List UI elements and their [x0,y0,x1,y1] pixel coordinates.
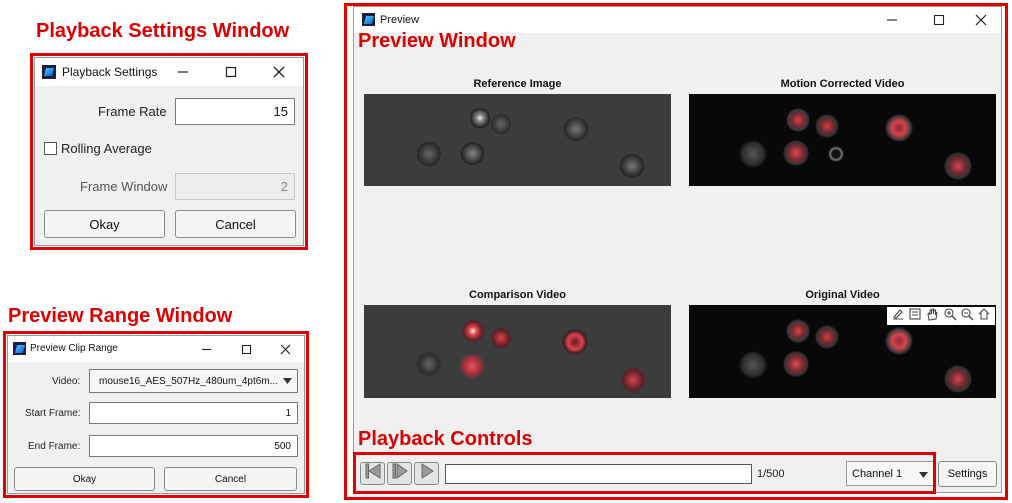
plot-toolbar [887,307,995,325]
zoom-out-icon[interactable] [960,307,974,326]
maximize-icon[interactable] [929,10,949,30]
annotation-preview-range: Preview Range Window [8,305,233,327]
playback-settings-window: Playback Settings Frame Rate 15 Rolling … [34,57,304,246]
motion-corrected-plot [689,94,996,186]
cell-blob [815,325,839,349]
cell-blob [739,140,767,168]
video-label: Video: [52,376,81,387]
app-logo-icon [362,13,375,26]
cell-blob [944,365,972,393]
plot-title-comparison: Comparison Video [469,289,566,301]
app-logo-icon [42,65,56,79]
reference-image-plot [364,94,671,186]
window-title: Preview [380,14,420,26]
close-icon[interactable] [269,62,289,82]
data-tip-icon[interactable] [908,307,922,326]
app-logo-icon [13,342,26,355]
cell-blob [828,146,844,162]
minimize-icon[interactable] [196,339,216,359]
settings-button[interactable]: Settings [938,461,997,487]
frame-window-label: Frame Window [80,179,168,194]
cell-blob [459,353,485,379]
frame-rate-input[interactable]: 15 [175,98,295,125]
okay-button[interactable]: Okay [14,467,155,491]
maximize-icon[interactable] [236,339,256,359]
preview-window: Preview Reference Image Motion Corrected… [353,6,1002,493]
cancel-button[interactable]: Cancel [175,210,296,238]
cell-blob [620,154,644,178]
highlight-playback-controls [353,452,936,494]
cell-blob [783,351,809,377]
close-icon[interactable] [275,339,295,359]
cancel-button[interactable]: Cancel [164,467,297,491]
cell-blob [417,142,441,166]
start-frame-label: Start Frame: [25,408,81,419]
preview-range-titlebar: Preview Clip Range [8,336,304,362]
plot-title-original: Original Video [805,289,880,301]
minimize-icon[interactable] [173,62,193,82]
comparison-video-plot [364,305,671,398]
frame-window-input: 2 [175,173,295,200]
annotation-playback-settings: Playback Settings Window [36,20,290,42]
end-frame-input[interactable]: 500 [89,435,298,457]
rolling-average-label: Rolling Average [61,141,152,156]
cell-blob [470,108,490,128]
window-title: Preview Clip Range [30,343,118,354]
cell-blob [490,327,512,349]
cell-blob [461,319,485,343]
video-dropdown-value: mouse16_AES_507Hz_480um_4pt6m... [98,375,278,387]
maximize-icon[interactable] [221,62,241,82]
cell-blob [783,140,809,166]
annotation-preview-window: Preview Window [358,30,516,52]
cell-blob [620,367,646,393]
cell-blob [564,117,588,141]
frame-rate-label: Frame Rate [98,104,167,119]
home-icon[interactable] [977,307,991,326]
end-frame-label: End Frame: [28,441,81,452]
cell-blob [416,351,442,377]
original-video-plot [689,305,996,398]
cell-blob [885,114,913,142]
cell-blob [944,152,972,180]
chevron-down-icon [283,377,292,388]
minimize-icon[interactable] [882,10,902,30]
annotation-playback-controls: Playback Controls [358,428,533,450]
preview-range-window: Preview Clip Range Video: mouse16_AES_50… [7,335,305,494]
cell-blob [815,114,839,138]
pan-hand-icon[interactable] [925,307,939,326]
close-icon[interactable] [971,10,991,30]
annotate-icon[interactable] [891,307,905,326]
cell-blob [491,114,511,134]
plot-title-reference: Reference Image [473,78,562,90]
cell-blob [885,327,913,355]
playback-settings-titlebar: Playback Settings [35,58,303,86]
start-frame-input[interactable]: 1 [89,402,298,424]
plot-title-motion-corrected: Motion Corrected Video [780,78,905,90]
okay-button[interactable]: Okay [44,210,165,238]
rolling-average-checkbox[interactable] [44,142,57,155]
cell-blob [562,329,588,355]
zoom-in-icon[interactable] [943,307,957,326]
cell-blob [786,319,810,343]
window-title: Playback Settings [62,65,158,79]
video-dropdown[interactable]: mouse16_AES_507Hz_480um_4pt6m... [89,369,298,393]
cell-blob [739,351,767,379]
cell-blob [786,108,810,132]
cell-blob [461,142,484,165]
